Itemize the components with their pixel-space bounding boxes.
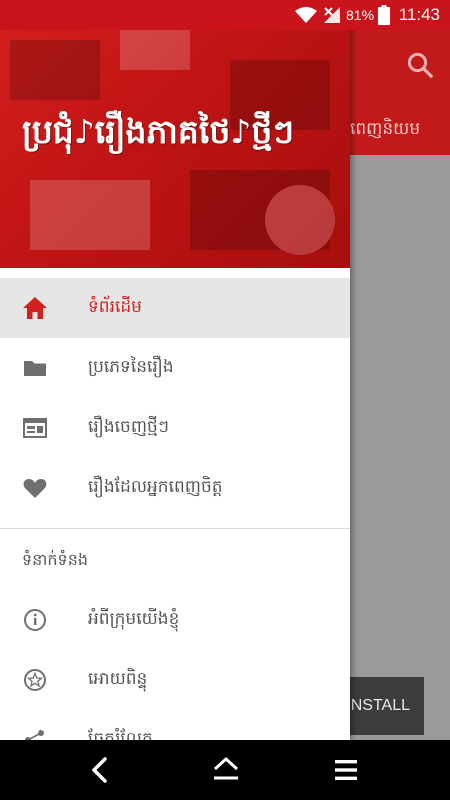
- system-navigation-bar: [0, 740, 450, 800]
- back-icon[interactable]: [88, 756, 112, 784]
- battery-icon: [378, 5, 390, 25]
- signal-icon: [324, 7, 340, 23]
- star-icon: [24, 669, 46, 691]
- menu-item-favorites[interactable]: រឿងដែលអ្នកពេញចិត្ត: [0, 458, 350, 518]
- home-icon: [23, 297, 47, 319]
- menu-item-categories[interactable]: ប្រភេទនៃរឿង: [0, 338, 350, 398]
- menu-item-rate[interactable]: អោយពិន្ទុ: [0, 650, 350, 710]
- folder-icon: [24, 361, 46, 376]
- clock: 11:43: [398, 5, 440, 24]
- menu-item-label: រឿងដែលអ្នកពេញចិត្ត: [88, 477, 223, 497]
- drawer-header: ប្រជុំ♪រឿងភាគថៃ♪ថ្មីៗ: [0, 0, 350, 268]
- menu-icon[interactable]: [334, 756, 358, 784]
- menu-item-label: អំពីក្រុមយើងខ្ញុំ: [88, 609, 180, 629]
- menu-item-label: អោយពិន្ទុ: [88, 669, 148, 689]
- navigation-drawer: ប្រជុំ♪រឿងភាគថៃ♪ថ្មីៗ ទំព័រដើម ប្រភេទនៃរ…: [0, 0, 350, 740]
- battery-percent: 81%: [346, 7, 375, 23]
- menu-item-label: ទំព័រដើម: [88, 297, 142, 317]
- menu-item-label: រឿងចេញថ្មីៗ: [88, 417, 170, 437]
- install-button[interactable]: NSTALL: [338, 677, 424, 735]
- new-releases-icon: [23, 418, 47, 438]
- menu-item-share[interactable]: ចែករំលែក: [0, 710, 350, 740]
- menu-item-label: ចែករំលែក: [88, 729, 153, 740]
- menu-item-about[interactable]: អំពីក្រុមយើងខ្ញុំ: [0, 590, 350, 650]
- info-icon: [24, 609, 46, 631]
- menu-item-home[interactable]: ទំព័រដើម: [0, 278, 350, 338]
- section-title-contact: ទំនាក់ទំនង: [22, 550, 89, 569]
- status-bar: 81% 11:43: [0, 0, 450, 30]
- heart-icon: [23, 479, 47, 498]
- tab-popular[interactable]: ពេញនិយម: [350, 118, 420, 143]
- home-icon[interactable]: [212, 756, 240, 784]
- wifi-icon: [295, 7, 317, 23]
- search-icon[interactable]: [405, 50, 435, 80]
- menu-item-label: ប្រភេទនៃរឿង: [88, 357, 174, 377]
- share-icon: [25, 730, 44, 740]
- divider: [0, 528, 350, 529]
- app-logo-title: ប្រជុំ♪រឿងភាគថៃ♪ថ្មីៗ: [22, 112, 295, 151]
- menu-item-new-releases[interactable]: រឿងចេញថ្មីៗ: [0, 398, 350, 458]
